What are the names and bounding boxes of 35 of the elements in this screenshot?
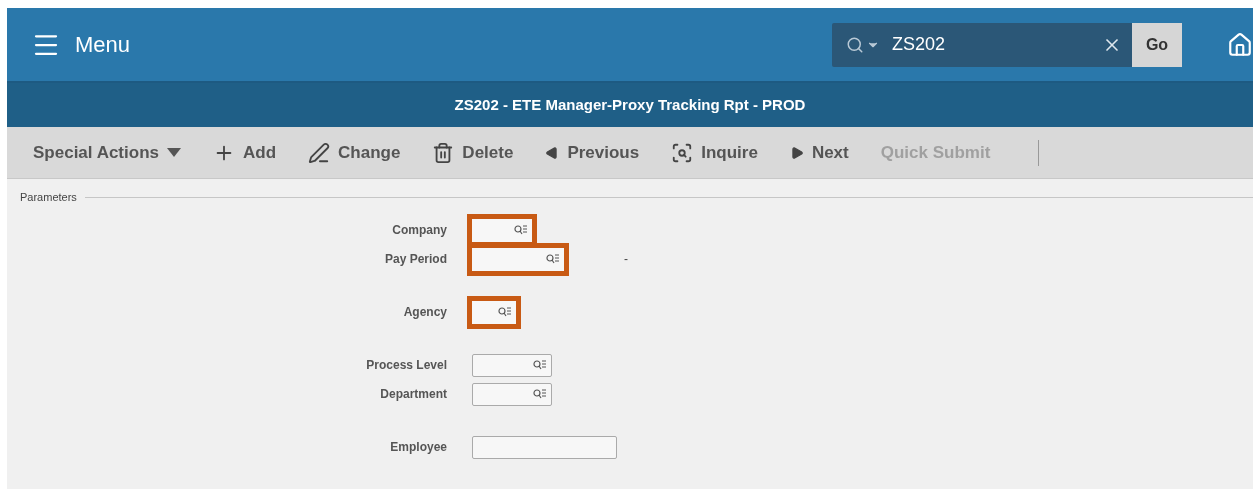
toolbar-button[interactable]: Next	[789, 139, 849, 166]
lookup-field[interactable]	[472, 382, 552, 406]
search-icon	[846, 35, 864, 54]
field-label: Agency	[402, 304, 447, 321]
field-label: Process Level	[365, 357, 447, 374]
go-button[interactable]: Go	[1132, 22, 1182, 67]
lookup-icon[interactable]	[514, 225, 528, 235]
page-title: ZS202 - ETE Manager-Proxy Tracking Rpt - PROD	[454, 94, 806, 115]
search-field[interactable]: ZS202	[832, 22, 1132, 67]
field-label: Employee	[389, 439, 447, 456]
trash-icon	[432, 141, 455, 164]
toolbar-button[interactable]: Change	[308, 139, 401, 166]
lookup-icon[interactable]	[533, 389, 547, 399]
lookup-field[interactable]	[472, 353, 552, 377]
inquire-icon	[671, 141, 694, 164]
left-triangle-icon	[545, 145, 560, 160]
toolbar-button[interactable]: Add	[212, 139, 276, 166]
toolbar-button[interactable]: Special Actions	[33, 139, 181, 166]
section-title: Parameters	[20, 190, 77, 205]
lookup-icon[interactable]	[546, 254, 560, 264]
menu-button[interactable]: Menu	[31, 28, 131, 61]
right-triangle-icon	[789, 145, 804, 160]
pencil-icon	[308, 141, 330, 164]
field-label: Company	[391, 222, 447, 239]
toolbar-button[interactable]: Delete	[432, 139, 514, 166]
toolbar-button[interactable]: Inquire	[671, 139, 758, 166]
range-separator: -	[624, 251, 628, 268]
home-icon[interactable]	[1227, 31, 1253, 58]
field-label: Department	[379, 386, 447, 403]
toolbar-button[interactable]: Previous	[545, 139, 640, 166]
input-field[interactable]	[472, 435, 617, 459]
lookup-icon[interactable]	[498, 307, 512, 317]
field-label: Pay Period	[383, 251, 447, 268]
caret-icon	[166, 148, 181, 157]
lookup-icon[interactable]	[533, 360, 547, 370]
